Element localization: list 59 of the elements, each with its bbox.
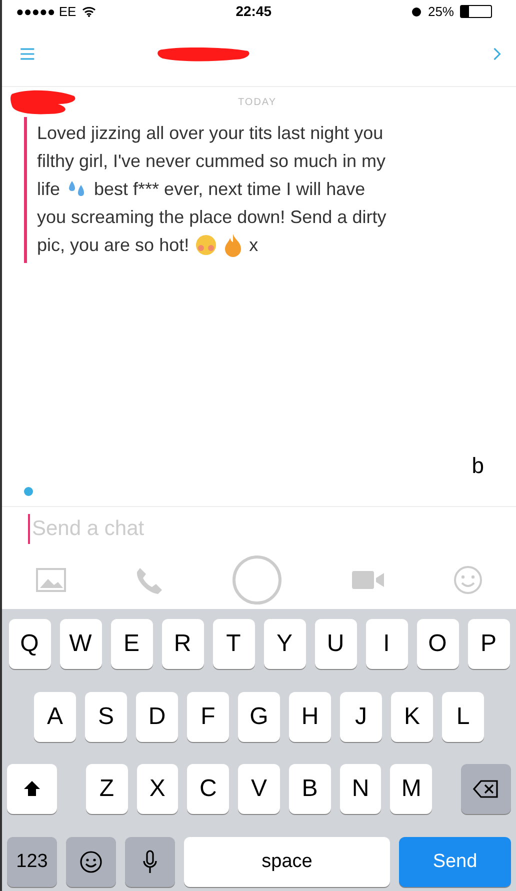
smiley-icon[interactable]: [452, 565, 483, 595]
face-icon: [195, 234, 218, 256]
shift-key[interactable]: [7, 764, 57, 814]
message-text: best f*** ever, next time I will have: [94, 178, 366, 201]
backspace-key[interactable]: [461, 764, 511, 814]
capture-button[interactable]: [230, 554, 283, 606]
battery-icon: [460, 4, 492, 18]
letter-key[interactable]: R: [162, 619, 204, 669]
letter-key[interactable]: X: [136, 764, 178, 814]
letter-key[interactable]: P: [468, 619, 510, 669]
numbers-key[interactable]: 123: [7, 836, 57, 887]
letter-key[interactable]: I: [366, 619, 408, 669]
letter-key[interactable]: Q: [8, 619, 50, 669]
letter-key[interactable]: L: [442, 692, 484, 742]
letter-key[interactable]: F: [187, 692, 229, 742]
backspace-icon: [473, 780, 500, 798]
message-text: you screaming the place down! Send a dirty: [37, 206, 386, 229]
wifi-icon: [82, 6, 96, 16]
letter-key[interactable]: U: [314, 619, 356, 669]
letter-key[interactable]: N: [340, 764, 382, 814]
message-text: x: [249, 234, 258, 257]
letter-key[interactable]: D: [136, 692, 178, 742]
message-text: pic, you are so hot!: [37, 234, 190, 257]
letter-key[interactable]: J: [340, 692, 382, 742]
letter-key[interactable]: W: [60, 619, 102, 669]
letter-key[interactable]: V: [238, 764, 280, 814]
letter-key[interactable]: Z: [86, 764, 128, 814]
message-text: Loved jizzing all over your tits last night you: [37, 122, 384, 145]
microphone-key[interactable]: [125, 836, 175, 887]
video-camera-icon[interactable]: [350, 568, 386, 592]
letter-key[interactable]: K: [391, 692, 433, 742]
message-text: life: [37, 178, 60, 201]
clock-time: 22:45: [236, 3, 272, 19]
letter-key[interactable]: O: [416, 619, 458, 669]
typing-dot: [24, 487, 33, 496]
letter-key[interactable]: S: [85, 692, 127, 742]
redaction-mark: [8, 88, 78, 116]
letter-key[interactable]: M: [390, 764, 432, 814]
image-icon[interactable]: [35, 567, 68, 593]
battery-percent: 25%: [428, 4, 454, 18]
space-key[interactable]: space: [184, 836, 390, 887]
figure-label: b: [472, 453, 484, 479]
letter-key[interactable]: C: [187, 764, 230, 814]
microphone-icon: [142, 848, 158, 875]
letter-key[interactable]: E: [110, 619, 152, 669]
carrier-name: ●●●●● EE: [16, 4, 76, 18]
shift-arrow-icon: [22, 780, 41, 798]
flame-icon: [223, 233, 244, 257]
letter-key[interactable]: T: [212, 619, 254, 669]
letter-key[interactable]: G: [238, 692, 280, 742]
letter-key[interactable]: B: [288, 764, 331, 814]
letter-key[interactable]: A: [34, 692, 76, 742]
message-text: filthy girl, I've never cummed so much in my: [37, 150, 386, 173]
smiley-icon: [79, 850, 103, 874]
phone-icon[interactable]: [134, 565, 164, 595]
letter-key[interactable]: Y: [264, 619, 306, 669]
letter-key[interactable]: H: [289, 692, 331, 742]
emoji-key[interactable]: [66, 836, 116, 887]
day-label: TODAY: [238, 96, 277, 108]
